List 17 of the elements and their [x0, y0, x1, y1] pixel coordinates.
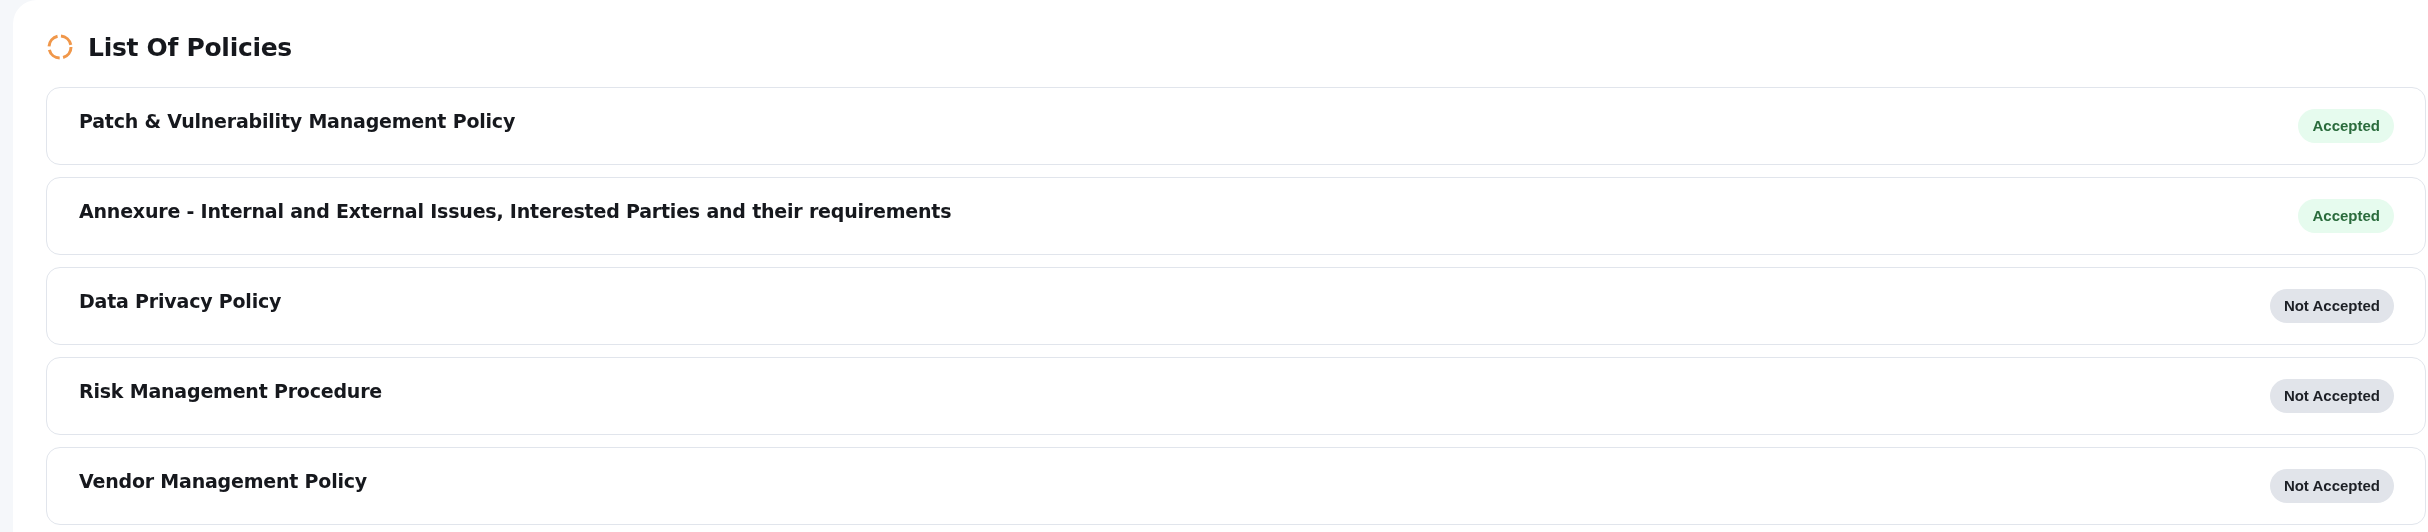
loading-icon: [46, 33, 74, 61]
status-badge: Not Accepted: [2269, 469, 2394, 503]
status-badge: Not Accepted: [2269, 379, 2394, 413]
policy-name: Annexure - Internal and External Issues, Interested Parties and their requirements: [79, 200, 952, 222]
policy-name: Risk Management Procedure: [79, 380, 383, 402]
policy-row[interactable]: Patch & Vulnerability Management Policy Accepted: [46, 87, 2426, 165]
policy-name: Patch & Vulnerability Management Policy: [79, 110, 516, 132]
policy-row[interactable]: Annexure - Internal and External Issues, Interested Parties and their requirements Accepted: [46, 177, 2426, 255]
policy-row[interactable]: Risk Management Procedure Not Accepted: [46, 357, 2426, 435]
status-badge: Accepted: [2298, 109, 2394, 143]
policy-name: Data Privacy Policy: [79, 290, 282, 312]
policy-row[interactable]: Data Privacy Policy Not Accepted: [46, 267, 2426, 345]
status-badge: Accepted: [2298, 199, 2394, 233]
section-title: List Of Policies: [88, 32, 292, 62]
policy-row[interactable]: Vendor Management Policy Not Accepted: [46, 447, 2426, 525]
status-badge: Not Accepted: [2269, 289, 2394, 323]
policy-name: Vendor Management Policy: [79, 470, 368, 492]
